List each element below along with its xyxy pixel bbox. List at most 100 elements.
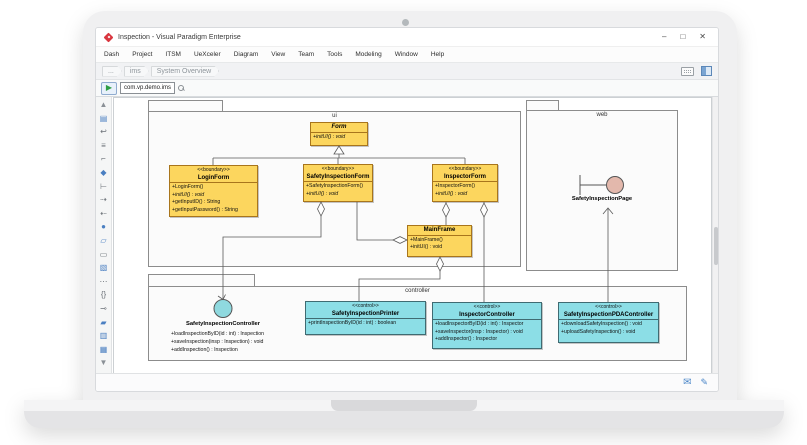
ellipse-tool-icon[interactable]: ● (97, 220, 111, 234)
window-controls: – □ ✕ (662, 33, 712, 41)
run-button[interactable]: ▶ (101, 82, 117, 95)
package-web[interactable]: web (526, 110, 678, 271)
laptop-base-bottom (24, 411, 784, 428)
laptop-base-notch (331, 400, 477, 411)
window-title: Inspection - Visual Paradigm Enterprise (118, 34, 241, 41)
menu-item-modeling[interactable]: Modeling (355, 51, 381, 58)
class-tool-icon[interactable]: ▤ (97, 112, 111, 126)
menu-bar: Dash Project ITSM UeXceler Diagram View Team To… (96, 47, 718, 63)
breadcrumb: ...imsSystem Overview (96, 63, 718, 80)
scroll-down-icon[interactable]: ▼ (97, 356, 111, 370)
dots-tool-icon[interactable]: ⋯ (97, 275, 111, 289)
class-name: Form (311, 123, 367, 132)
mail-icon[interactable]: ✉ (683, 378, 691, 388)
operation: +initUI() : void (306, 191, 370, 199)
class-name: InspectorForm (433, 173, 497, 182)
class-stereotype: <<control>> (433, 303, 541, 311)
operation: +initUI() : void (313, 134, 365, 142)
generalization-tool-icon[interactable]: ⌐ (97, 152, 111, 166)
diagram-tool-icon[interactable]: ▥ (97, 329, 111, 343)
operation: +uploadSafetyInspection() : void (561, 329, 656, 337)
scroll-up-icon[interactable]: ▲ (97, 98, 111, 112)
operation: +getInputID() : String (172, 199, 255, 207)
class-operations: +LoginForm()+initUI() : void+getInputID(… (170, 182, 257, 215)
menu-item-project[interactable]: Project (132, 51, 152, 58)
constraint-tool-icon[interactable]: {} (97, 288, 111, 302)
note-tool-icon[interactable]: ▧ (97, 261, 111, 275)
breadcrumb-item-1[interactable]: ims (124, 66, 149, 77)
class-safetyinspectionpdacontroller[interactable]: <<control>>SafetyInspectionPDAController… (558, 302, 659, 343)
menu-item-view[interactable]: View (271, 51, 285, 58)
operation: +downloadSafetyInspection() : void (561, 321, 656, 329)
aggregation-tool-icon[interactable]: ◆ (97, 166, 111, 180)
maximize-button[interactable]: □ (680, 33, 685, 41)
dependency-tool-icon[interactable]: ⇠ (97, 207, 111, 221)
document-edit-icon[interactable]: ✎ (700, 378, 708, 387)
project-file-field[interactable]: com.vp.demo.ims (120, 82, 175, 94)
menu-item-tools[interactable]: Tools (327, 51, 342, 58)
operation: +LoginForm() (172, 184, 255, 192)
visual-paradigm-logo-icon (104, 33, 113, 42)
anchor-tool-icon[interactable]: ⊸ (97, 302, 111, 316)
presentation-mode-icon[interactable] (681, 67, 694, 76)
class-inspectorform[interactable]: <<boundary>>InspectorForm+InspectorForm(… (432, 164, 498, 202)
realization-tool-icon[interactable]: ⇢ (97, 193, 111, 207)
class-inspectorcontroller[interactable]: <<control>>InspectorController+loadInspe… (432, 302, 542, 349)
package-tab-controller[interactable] (148, 274, 255, 286)
association-tool-icon[interactable]: ↩ (97, 125, 111, 139)
close-button[interactable]: ✕ (699, 33, 706, 41)
class-stereotype: <<control>> (306, 302, 425, 310)
class-mainframe[interactable]: MainFrame+MainFrame()+initUI() : void (407, 225, 472, 257)
class-safetyinspectionprinter[interactable]: <<control>>SafetyInspectionPrinter+print… (305, 301, 426, 335)
package-tool-icon[interactable]: ▱ (97, 234, 111, 248)
minimize-button[interactable]: – (662, 33, 666, 41)
operation: +getInputPassword() : String (172, 207, 255, 215)
layout-panel-icon[interactable] (701, 66, 712, 76)
package-label: ui (149, 113, 520, 119)
class-safetyinspectionform[interactable]: <<boundary>>SafetyInspectionForm+SafetyI… (303, 164, 373, 202)
folder-tool-icon[interactable]: ▰ (97, 316, 111, 330)
menu-item-uexceler[interactable]: UeXceler (194, 51, 221, 58)
status-bar: ✉ ✎ (96, 373, 718, 391)
class-operations: +MainFrame()+initUI() : void (408, 235, 471, 253)
breadcrumb-item-0[interactable]: ... (102, 66, 122, 77)
menu-item-diagram[interactable]: Diagram (234, 51, 259, 58)
laptop-camera (402, 19, 409, 26)
breadcrumb-item-2[interactable]: System Overview (151, 66, 219, 77)
class-form[interactable]: Form +initUI() : void (310, 122, 368, 146)
scrollbar-thumb[interactable] (714, 227, 718, 265)
menu-item-help[interactable]: Help (431, 51, 444, 58)
package-tab-ui[interactable] (148, 100, 223, 111)
multiplicity-tool-icon[interactable]: ≡ (97, 139, 111, 153)
menu-item-team[interactable]: Team (298, 51, 314, 58)
operation: +loadInspectorByID(id : int) : Inspector (435, 321, 539, 329)
menu-item-itsm[interactable]: ITSM (165, 51, 181, 58)
operation: +initUI() : void (435, 191, 495, 199)
diagram-canvas[interactable]: uiwebcontrollerForm+initUI() : void<<bou… (112, 97, 712, 373)
operation: +printInspectionByID(id : int) : boolean (308, 320, 423, 328)
frame-tool-icon[interactable]: ▭ (97, 248, 111, 262)
class-name: MainFrame (408, 226, 471, 235)
package-label: controller (149, 288, 686, 294)
menu-item-window[interactable]: Window (395, 51, 418, 58)
laptop-mockup: Inspection - Visual Paradigm Enterprise … (0, 0, 807, 445)
operation: +MainFrame() (410, 237, 469, 245)
class-name: SafetyInspectionForm (304, 173, 372, 182)
tool-palette: ▲▤↩≡⌐◆⊢⇢⇠●▱▭▧⋯{}⊸▰▥▦▼ (96, 97, 112, 373)
class-stereotype: <<boundary>> (304, 165, 372, 173)
operation: +loadInspectionByID(id : int) : Inspecti… (171, 330, 264, 338)
class-loginform[interactable]: <<boundary>>LoginForm+LoginForm()+initUI… (169, 165, 258, 217)
class-name: InspectorController (433, 311, 541, 320)
screenshot-stage: Inspection - Visual Paradigm Enterprise … (0, 0, 807, 445)
app-window: Inspection - Visual Paradigm Enterprise … (95, 27, 719, 392)
package-tab-web[interactable] (526, 100, 559, 110)
interface-tool-icon[interactable]: ⊢ (97, 180, 111, 194)
operation: +SafetyInspectionForm() (306, 183, 370, 191)
search-icon[interactable] (178, 85, 185, 92)
grid-tool-icon[interactable]: ▦ (97, 343, 111, 357)
class-operations: +initUI() : void (311, 132, 367, 143)
menu-item-dash[interactable]: Dash (104, 51, 119, 58)
vertical-scrollbar[interactable] (712, 97, 718, 373)
breadcrumb-items: ...imsSystem Overview (102, 66, 221, 77)
class-operations: +SafetyInspectionForm()+initUI() : void (304, 181, 372, 199)
